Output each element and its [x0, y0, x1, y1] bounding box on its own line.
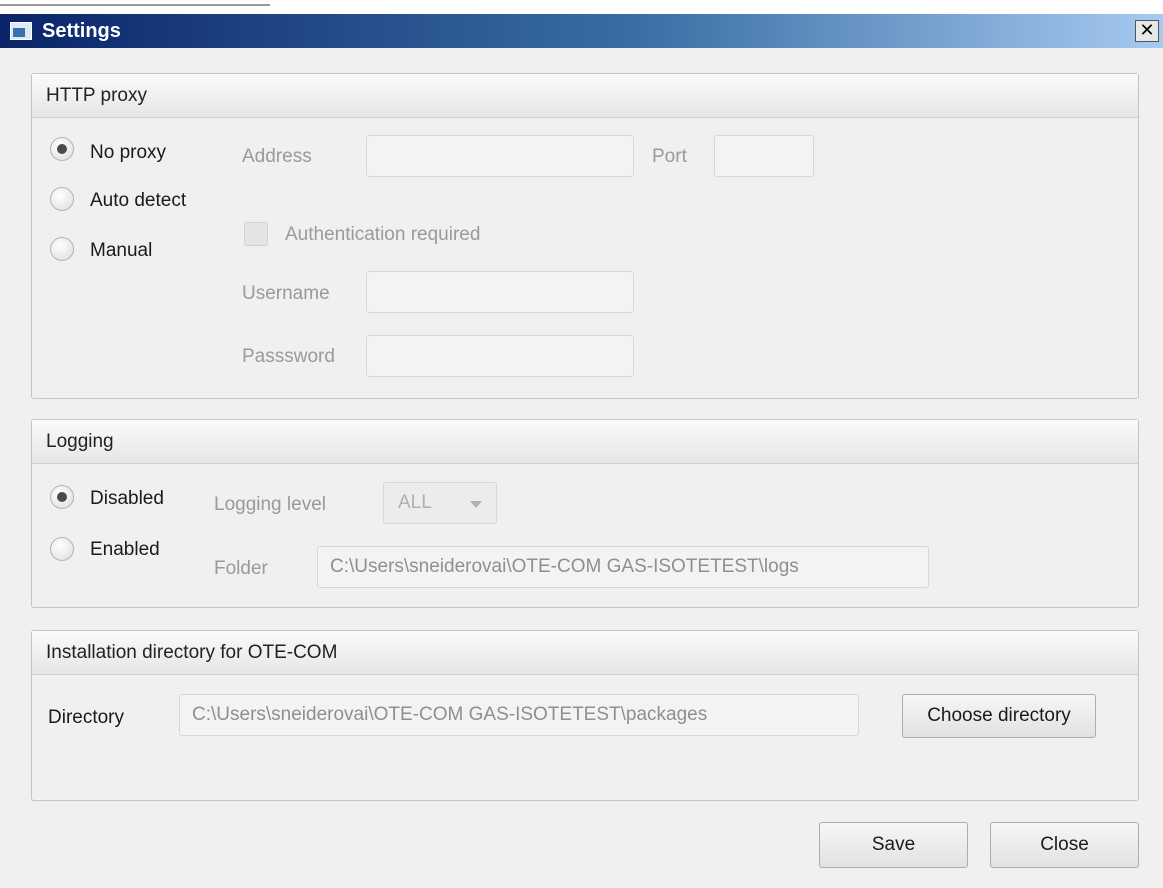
no-proxy-label: No proxy	[90, 142, 167, 163]
auto-detect-radio[interactable]	[50, 187, 74, 211]
authentication-label: Authentication required	[285, 224, 481, 245]
background-strip	[0, 0, 1163, 14]
save-button[interactable]: Save	[819, 822, 968, 868]
logging-group: Logging Disabled Enabled Logging level A…	[31, 419, 1139, 608]
directory-label: Directory	[48, 707, 125, 728]
logging-enabled-radio[interactable]	[50, 537, 74, 561]
window-title: Settings	[42, 20, 121, 42]
username-label: Username	[242, 283, 330, 304]
choose-directory-button[interactable]: Choose directory	[902, 694, 1096, 738]
logging-level-dropdown[interactable]: ALL	[383, 482, 497, 524]
username-input[interactable]	[366, 271, 634, 313]
address-input[interactable]	[366, 135, 634, 177]
folder-label: Folder	[214, 558, 268, 579]
logging-disabled-radio[interactable]	[50, 485, 74, 509]
manual-radio[interactable]	[50, 237, 74, 261]
background-divider	[0, 4, 270, 6]
installation-group: Installation directory for OTE-COM Direc…	[31, 630, 1139, 801]
installation-heading: Installation directory for OTE-COM	[32, 631, 1138, 675]
port-label: Port	[652, 146, 687, 167]
http-proxy-heading: HTTP proxy	[32, 74, 1138, 118]
close-button[interactable]: Close	[990, 822, 1139, 868]
logging-heading: Logging	[32, 420, 1138, 464]
close-icon: ✕	[1139, 20, 1155, 40]
http-proxy-group: HTTP proxy No proxy Auto detect Manual A…	[31, 73, 1139, 399]
address-label: Address	[242, 146, 312, 167]
app-icon	[10, 22, 32, 40]
title-bar[interactable]: Settings ✕	[0, 14, 1163, 48]
logging-disabled-label: Disabled	[90, 488, 164, 509]
port-input[interactable]	[714, 135, 814, 177]
no-proxy-radio[interactable]	[50, 137, 74, 161]
logging-level-value: ALL	[398, 492, 432, 513]
folder-input[interactable]: C:\Users\sneiderovai\OTE-COM GAS-ISOTETE…	[317, 546, 929, 588]
authentication-checkbox[interactable]	[244, 222, 268, 246]
directory-input[interactable]: C:\Users\sneiderovai\OTE-COM GAS-ISOTETE…	[179, 694, 859, 736]
logging-enabled-label: Enabled	[90, 539, 160, 560]
password-label: Passsword	[242, 346, 335, 367]
password-input[interactable]	[366, 335, 634, 377]
close-window-button[interactable]: ✕	[1135, 20, 1159, 42]
chevron-down-icon	[470, 501, 482, 508]
auto-detect-label: Auto detect	[90, 190, 187, 211]
manual-label: Manual	[90, 240, 153, 261]
logging-level-label: Logging level	[214, 494, 326, 515]
